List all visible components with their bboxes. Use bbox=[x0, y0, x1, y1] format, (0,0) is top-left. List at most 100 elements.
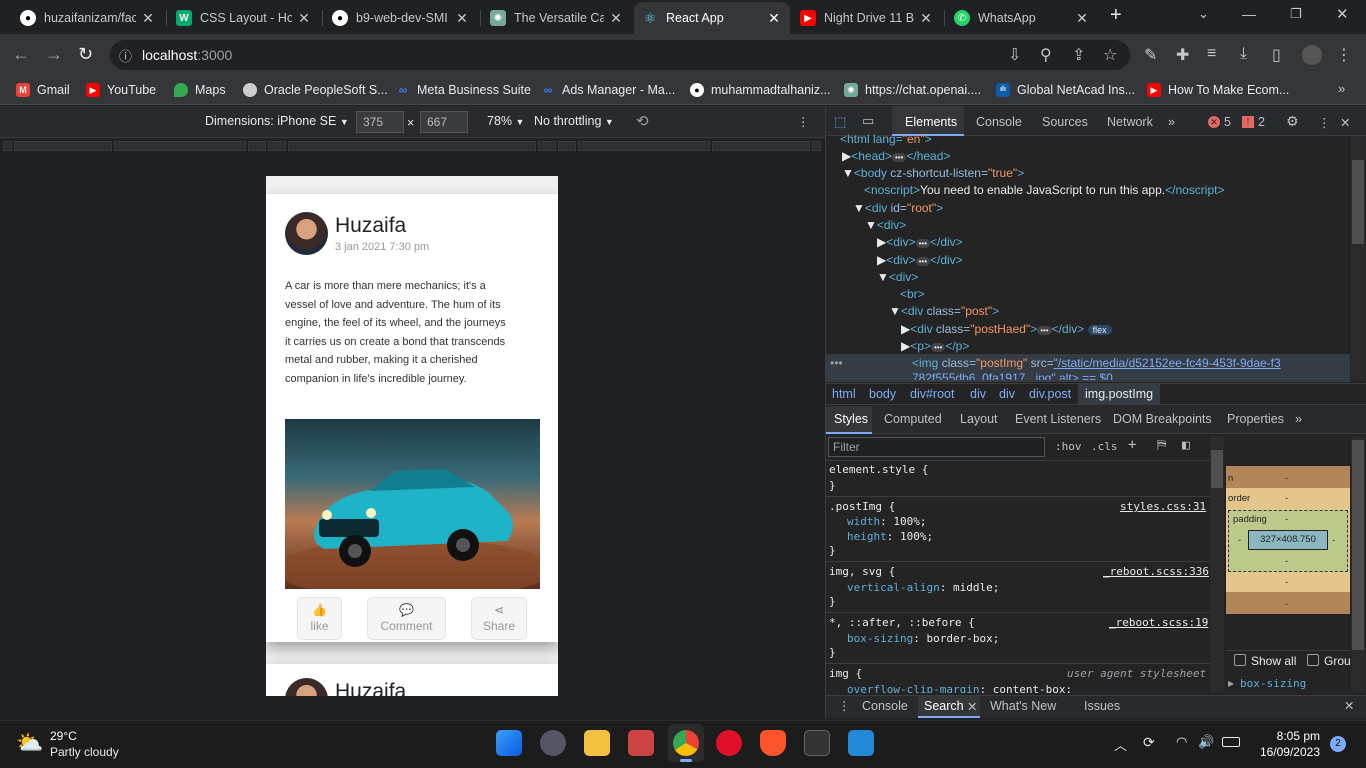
comment-button[interactable]: 💬 Comment bbox=[367, 597, 446, 640]
dom-node-head[interactable]: ▶<head> ••• </head> bbox=[842, 149, 950, 163]
new-tab-icon[interactable]: + bbox=[1110, 4, 1122, 27]
tab-6[interactable]: ▶ Night Drive 11 Br ✕ bbox=[792, 2, 942, 34]
rule-postimg[interactable]: .postImg { bbox=[829, 500, 895, 513]
avatar[interactable] bbox=[285, 212, 328, 255]
warning-count[interactable]: 2 bbox=[1258, 115, 1265, 129]
menu-icon[interactable]: ⋮ bbox=[1336, 45, 1352, 65]
rule-element-style[interactable]: element.style { bbox=[829, 463, 928, 476]
weather-temp[interactable]: 29°C bbox=[50, 729, 77, 743]
drawer-tab-console[interactable]: Console bbox=[862, 699, 908, 713]
share-icon[interactable]: ⇪ bbox=[1072, 45, 1085, 65]
close-icon[interactable]: ✕ bbox=[296, 10, 312, 27]
styles-scroll-thumb[interactable] bbox=[1211, 450, 1223, 488]
close-icon[interactable]: ✕ bbox=[918, 10, 934, 27]
bookmark-github[interactable]: ● muhammadtalhaniz... bbox=[690, 82, 831, 98]
ruler-segment[interactable] bbox=[248, 141, 266, 151]
dom-more-icon[interactable]: ••• bbox=[830, 356, 843, 370]
cls-toggle[interactable]: .cls bbox=[1091, 440, 1118, 453]
dom-node-posthead[interactable]: ▶<div class="postHaed"> ••• </div> flex bbox=[901, 322, 1112, 336]
tab-layout[interactable]: Layout bbox=[960, 412, 998, 426]
prop-width[interactable]: width: 100%; bbox=[847, 515, 927, 528]
tab-console[interactable]: Console bbox=[976, 115, 1022, 129]
bookmark-oracle[interactable]: Oracle PeopleSoft S... bbox=[243, 82, 388, 98]
ruler-segment[interactable] bbox=[558, 141, 576, 151]
box-model-content[interactable]: 327×408.750 bbox=[1248, 530, 1328, 550]
ruler-segment[interactable] bbox=[288, 141, 536, 151]
close-icon[interactable]: ✕ bbox=[140, 10, 156, 27]
weather-icon[interactable]: ⛅ bbox=[16, 730, 43, 756]
post-author[interactable]: Huzaifa bbox=[335, 680, 406, 696]
devtools-close-icon[interactable]: ✕ bbox=[1340, 115, 1350, 130]
eyedropper-extension-icon[interactable]: ✎ bbox=[1144, 45, 1157, 65]
tab-4[interactable]: ✺ The Versatile Car ✕ bbox=[482, 2, 632, 34]
group-checkbox[interactable] bbox=[1307, 654, 1319, 666]
dom-node-body[interactable]: ▼<body cz-shortcut-listen="true"> bbox=[842, 166, 1024, 180]
close-icon[interactable]: ✕ bbox=[608, 10, 624, 27]
computed-scroll-thumb[interactable] bbox=[1352, 440, 1364, 650]
ruler-segment[interactable] bbox=[3, 141, 12, 151]
wifi-icon[interactable]: ◠ bbox=[1176, 734, 1187, 750]
terminal-icon[interactable] bbox=[804, 730, 830, 756]
clock-date[interactable]: 16/09/2023 bbox=[1252, 745, 1320, 759]
zoom-icon[interactable]: ⚲ bbox=[1040, 45, 1052, 65]
forward-icon[interactable]: → bbox=[45, 44, 63, 65]
downloads-icon[interactable]: ⤓ bbox=[1240, 45, 1247, 63]
bookmark-ecom[interactable]: ▶ How To Make Ecom... bbox=[1147, 82, 1289, 98]
file-explorer-icon[interactable] bbox=[584, 730, 610, 756]
tab-dom-breakpoints[interactable]: DOM Breakpoints bbox=[1113, 412, 1212, 426]
dom-node-br[interactable]: <br> bbox=[900, 287, 925, 301]
drawer-tab-issues[interactable]: Issues bbox=[1084, 699, 1120, 713]
dom-node-p[interactable]: ▶<p> ••• </p> bbox=[901, 339, 969, 353]
error-icon[interactable]: ✕ bbox=[1208, 116, 1220, 128]
crumb-div[interactable]: div bbox=[999, 387, 1015, 401]
crumb-post[interactable]: div.post bbox=[1029, 387, 1071, 401]
tab-7[interactable]: ✆ WhatsApp ✕ bbox=[946, 2, 1098, 34]
ruler-segment[interactable] bbox=[268, 141, 286, 151]
prop-height[interactable]: height: 100%; bbox=[847, 530, 933, 543]
chrome-icon[interactable] bbox=[673, 730, 699, 756]
side-panel-icon[interactable]: ▯ bbox=[1272, 45, 1281, 65]
ruler-segment[interactable] bbox=[538, 141, 556, 151]
bookmark-meta[interactable]: ∞ Meta Business Suite bbox=[396, 82, 531, 98]
snipping-tool-icon[interactable] bbox=[628, 730, 654, 756]
bookmark-chatgpt[interactable]: ✺ https://chat.openai.... bbox=[844, 82, 981, 98]
bookmark-star-icon[interactable]: ☆ bbox=[1103, 45, 1117, 65]
clock-time[interactable]: 8:05 pm bbox=[1256, 729, 1320, 743]
crumb-html[interactable]: html bbox=[832, 387, 856, 401]
windows-start-icon[interactable] bbox=[496, 730, 522, 756]
back-icon[interactable]: ← bbox=[12, 44, 30, 65]
battery-icon[interactable] bbox=[1222, 737, 1240, 747]
crumb-body[interactable]: body bbox=[869, 387, 896, 401]
tab-sources[interactable]: Sources bbox=[1042, 115, 1088, 129]
drawer-tab-search[interactable]: Search bbox=[924, 699, 964, 713]
weather-desc[interactable]: Partly cloudy bbox=[50, 745, 119, 759]
profile-avatar[interactable] bbox=[1302, 45, 1322, 65]
avatar[interactable] bbox=[285, 678, 328, 696]
minimize-icon[interactable]: — bbox=[1242, 6, 1256, 22]
height-input[interactable]: 667 bbox=[420, 111, 468, 133]
dom-scroll-thumb[interactable] bbox=[1352, 160, 1364, 244]
post-image[interactable] bbox=[285, 419, 540, 589]
dom-node-div[interactable]: ▼<div> bbox=[877, 270, 918, 284]
tray-chevron-icon[interactable]: ︿ bbox=[1114, 735, 1127, 754]
show-all-checkbox[interactable] bbox=[1234, 654, 1246, 666]
reload-icon[interactable]: ↻ bbox=[78, 44, 93, 65]
sync-icon[interactable]: ⟳ bbox=[1143, 734, 1155, 751]
paint-icon[interactable]: ⛿ bbox=[1157, 438, 1166, 453]
expand-icon[interactable]: ▶ bbox=[1228, 679, 1234, 688]
dom-node-noscript[interactable]: <noscript>You need to enable JavaScript … bbox=[864, 183, 1224, 197]
more-tabs-icon[interactable]: » bbox=[1168, 115, 1175, 129]
device-select[interactable]: Dimensions: iPhone SE ▼ bbox=[205, 114, 349, 128]
url-text[interactable]: localhost:3000 bbox=[142, 47, 232, 63]
tab-computed[interactable]: Computed bbox=[884, 412, 942, 426]
drawer-close-icon[interactable]: ✕ bbox=[1344, 698, 1354, 713]
bookmark-youtube[interactable]: ▶ YouTube bbox=[86, 82, 156, 98]
vscode-icon[interactable] bbox=[848, 730, 874, 756]
hov-toggle[interactable]: :hov bbox=[1055, 440, 1082, 453]
drawer-menu-icon[interactable]: ⋮ bbox=[838, 698, 851, 713]
sidebar-toggle-icon[interactable]: ◧ bbox=[1182, 438, 1190, 453]
drawer-tab-whats-new[interactable]: What's New bbox=[990, 699, 1056, 713]
more-bookmarks-icon[interactable]: » bbox=[1338, 81, 1345, 96]
inspect-element-icon[interactable]: ⬚ bbox=[834, 114, 846, 130]
address-bar[interactable] bbox=[110, 40, 1130, 70]
